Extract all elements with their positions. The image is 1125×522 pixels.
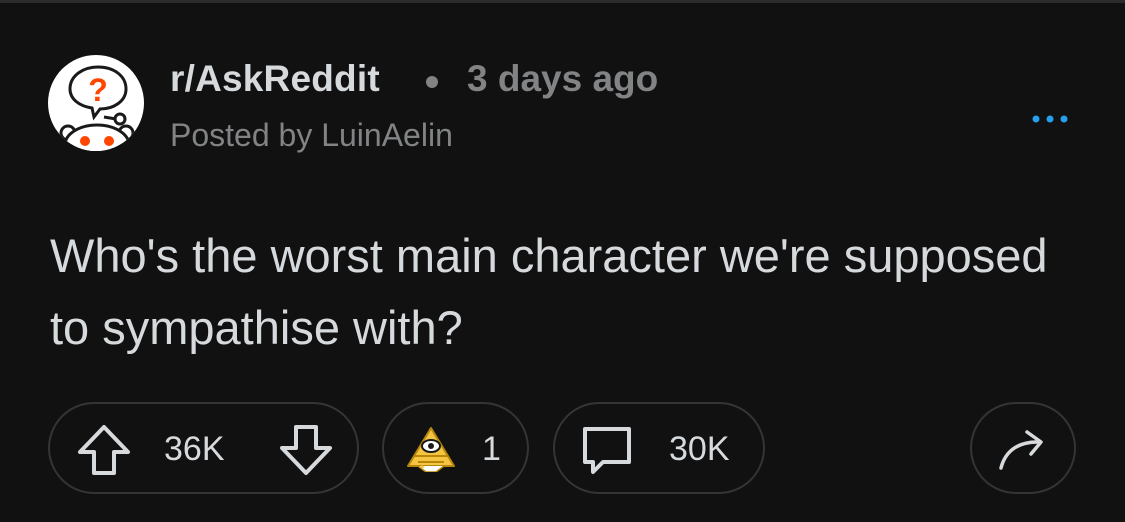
award-count: 1 [482,430,501,468]
pyramid-eye-award-icon: ✦ [406,426,456,477]
dot-separator-icon [426,76,438,88]
svg-text:?: ? [88,72,108,108]
speech-bubble-icon [579,424,635,483]
top-divider [0,0,1125,3]
award-button[interactable]: ✦ 1 [382,402,529,494]
subreddit-avatar[interactable]: ? [48,55,144,151]
comments-button[interactable]: 30K [553,402,765,494]
vote-count: 36K [164,430,225,468]
svg-text:✦: ✦ [419,463,426,472]
posted-by[interactable]: Posted by LuinAelin [170,117,453,154]
more-options-button[interactable] [1028,105,1072,129]
share-arrow-icon [997,426,1051,477]
post-time: 3 days ago [467,58,659,99]
downvote-arrow-icon [280,425,332,475]
upvote-arrow-icon [78,425,130,475]
downvote-button[interactable] [278,424,334,481]
post-title[interactable]: Who's the worst main character we're sup… [50,220,1050,364]
vote-control: 36K [48,402,359,494]
comment-count: 30K [669,430,730,468]
more-options-icon [1032,115,1068,123]
askreddit-snoo-icon: ? [59,65,135,151]
subreddit-name[interactable]: r/AskReddit [170,58,380,100]
share-button[interactable] [970,402,1076,494]
upvote-button[interactable] [76,424,132,481]
